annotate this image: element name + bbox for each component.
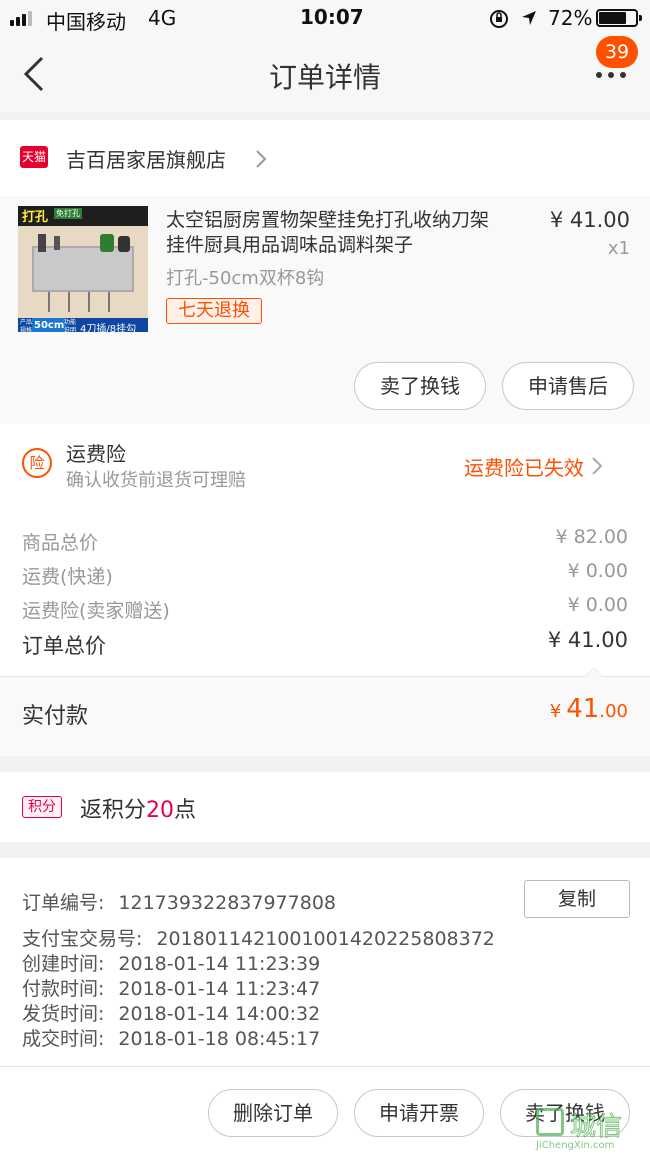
alipay-number-label: 支付宝交易号: bbox=[22, 928, 143, 950]
location-icon bbox=[522, 11, 536, 25]
paid-amount-label: 实付款 bbox=[22, 704, 89, 729]
image-label-top: 打孔 bbox=[22, 210, 49, 225]
paid-amount: ¥ 41.00 bbox=[550, 694, 628, 724]
completed-time-row: 成交时间: 2018-01-18 08:45:17 bbox=[22, 1024, 320, 1051]
points-text: 返积分20点 bbox=[80, 792, 196, 824]
sell-for-cash-button[interactable]: 卖了换钱 bbox=[354, 362, 486, 410]
completed-time-value: 2018-01-18 08:45:17 bbox=[118, 1028, 321, 1050]
paid-currency: ¥ bbox=[549, 701, 562, 722]
shop-row[interactable]: 天猫 吉百居家居旗舰店 bbox=[0, 120, 650, 196]
shipped-time-label: 发货时间: bbox=[22, 1003, 105, 1025]
cost-summary-card: 险 运费险 确认收货前退货可理赔 运费险已失效 商品总价 ¥ 82.00 运费(… bbox=[0, 424, 650, 756]
product-quantity: x1 bbox=[607, 238, 630, 259]
battery-percent: 72% bbox=[548, 6, 593, 30]
product-image: 打孔 免打孔 产品 规格 50cm 功能 说明 4刀插/8挂勾 bbox=[18, 206, 148, 338]
status-bar: 中国移动 4G 10:07 72% bbox=[0, 0, 650, 36]
insurance-title: 运费险 bbox=[66, 442, 126, 466]
order-total-value: ¥ 41.00 bbox=[547, 628, 628, 652]
order-info-card: 订单编号: 121739322837977808 复制 支付宝交易号: 201801… bbox=[0, 858, 650, 1066]
watermark-url: JiChengXin.com bbox=[536, 1140, 615, 1151]
points-amount: 20 bbox=[146, 798, 175, 823]
delete-order-button[interactable]: 删除订单 bbox=[208, 1089, 338, 1137]
product-title-line1: 太空铝厨房置物架壁挂免打孔收纳刀架 bbox=[166, 209, 490, 231]
insurance-fee-value: ¥ 0.00 bbox=[567, 594, 628, 616]
shipped-time-value: 2018-01-14 14:00:32 bbox=[118, 1003, 321, 1025]
product-variant: 打孔-50cm双杯8钩 bbox=[166, 268, 325, 289]
shipping-insurance-row[interactable]: 险 运费险 确认收货前退货可理赔 运费险已失效 bbox=[0, 424, 650, 506]
image-label-top-small: 免打孔 bbox=[54, 208, 82, 219]
points-row: 积分 返积分20点 bbox=[0, 772, 650, 842]
alipay-number-value: 2018011421001001420225808372 bbox=[156, 928, 495, 950]
goods-total-label: 商品总价 bbox=[22, 532, 99, 554]
created-time-value: 2018-01-14 11:23:39 bbox=[118, 953, 321, 975]
paid-integer: 41 bbox=[566, 694, 600, 724]
shop-name: 吉百居家居旗舰店 bbox=[66, 148, 226, 172]
chevron-right-icon bbox=[256, 150, 267, 168]
points-tag: 积分 bbox=[22, 796, 62, 818]
insurance-fee-label: 运费险(卖家赠送) bbox=[22, 600, 170, 622]
product-item[interactable]: 打孔 免打孔 产品 规格 50cm 功能 说明 4刀插/8挂勾 太空铝厨房置物架… bbox=[0, 196, 650, 338]
insurance-icon: 险 bbox=[22, 448, 52, 478]
cost-breakdown: 商品总价 ¥ 82.00 运费(快递) ¥ 0.00 运费险(卖家赠送) ¥ 0… bbox=[0, 506, 650, 676]
site-watermark: 城信 JiChengXin.com bbox=[536, 1106, 646, 1154]
image-label-size: 50cm bbox=[32, 318, 67, 333]
shipping-fee-value: ¥ 0.00 bbox=[567, 560, 628, 582]
paid-decimal: .00 bbox=[599, 701, 628, 722]
paid-time-label: 付款时间: bbox=[22, 978, 105, 1000]
order-number-row: 订单编号: 121739322837977808 bbox=[22, 888, 336, 915]
insurance-status: 运费险已失效 bbox=[464, 456, 584, 480]
watermark-name: 城信 bbox=[569, 1112, 623, 1143]
shipping-fee-label: 运费(快递) bbox=[22, 566, 113, 588]
paid-time-row: 付款时间: 2018-01-14 11:23:47 bbox=[22, 974, 320, 1001]
tmall-logo: 天猫 bbox=[20, 146, 48, 168]
order-number-label: 订单编号: bbox=[22, 892, 105, 914]
product-price: ¥ 41.00 bbox=[549, 208, 630, 232]
alipay-number-row: 支付宝交易号: 2018011421001001420225808372 bbox=[22, 924, 495, 951]
request-invoice-button[interactable]: 申请开票 bbox=[354, 1089, 484, 1137]
created-time-label: 创建时间: bbox=[22, 953, 105, 975]
network-label: 4G bbox=[148, 6, 177, 30]
product-actions: 卖了换钱 申请售后 bbox=[0, 332, 650, 424]
after-sale-button[interactable]: 申请售后 bbox=[502, 362, 634, 410]
clock: 10:07 bbox=[300, 5, 364, 29]
carrier-label: 中国移动 bbox=[46, 10, 126, 34]
message-count-badge: 39 bbox=[596, 36, 638, 68]
order-total-label: 订单总价 bbox=[22, 634, 106, 658]
insurance-subtitle: 确认收货前退货可理赔 bbox=[66, 470, 246, 491]
order-number-value: 121739322837977808 bbox=[118, 892, 336, 914]
seven-day-return-tag: 七天退换 bbox=[166, 298, 262, 324]
signal-icon bbox=[10, 9, 38, 26]
nav-bar: 订单详情 39 bbox=[0, 36, 650, 112]
battery-icon bbox=[596, 9, 642, 27]
product-title-line2: 挂件厨具用品调味品调料架子 bbox=[166, 234, 414, 256]
goods-total-value: ¥ 82.00 bbox=[555, 526, 628, 548]
page-title: 订单详情 bbox=[268, 61, 381, 94]
product-title: 太空铝厨房置物架壁挂免打孔收纳刀架 挂件厨具用品调味品调料架子 bbox=[166, 208, 489, 258]
chevron-right-icon bbox=[592, 457, 603, 475]
created-time-row: 创建时间: 2018-01-14 11:23:39 bbox=[22, 949, 320, 976]
shipped-time-row: 发货时间: 2018-01-14 14:00:32 bbox=[22, 999, 320, 1026]
orientation-lock-icon bbox=[490, 10, 508, 28]
points-suffix: 点 bbox=[174, 798, 197, 823]
points-prefix: 返积分 bbox=[80, 798, 147, 823]
paid-time-value: 2018-01-14 11:23:47 bbox=[118, 978, 321, 1000]
order-product-card: 天猫 吉百居家居旗舰店 打孔 免打孔 产品 规格 50cm 功能 说明 4刀插/… bbox=[0, 120, 650, 424]
more-menu-button[interactable] bbox=[592, 68, 632, 82]
copy-order-number-button[interactable]: 复制 bbox=[524, 880, 630, 918]
completed-time-label: 成交时间: bbox=[22, 1028, 105, 1050]
